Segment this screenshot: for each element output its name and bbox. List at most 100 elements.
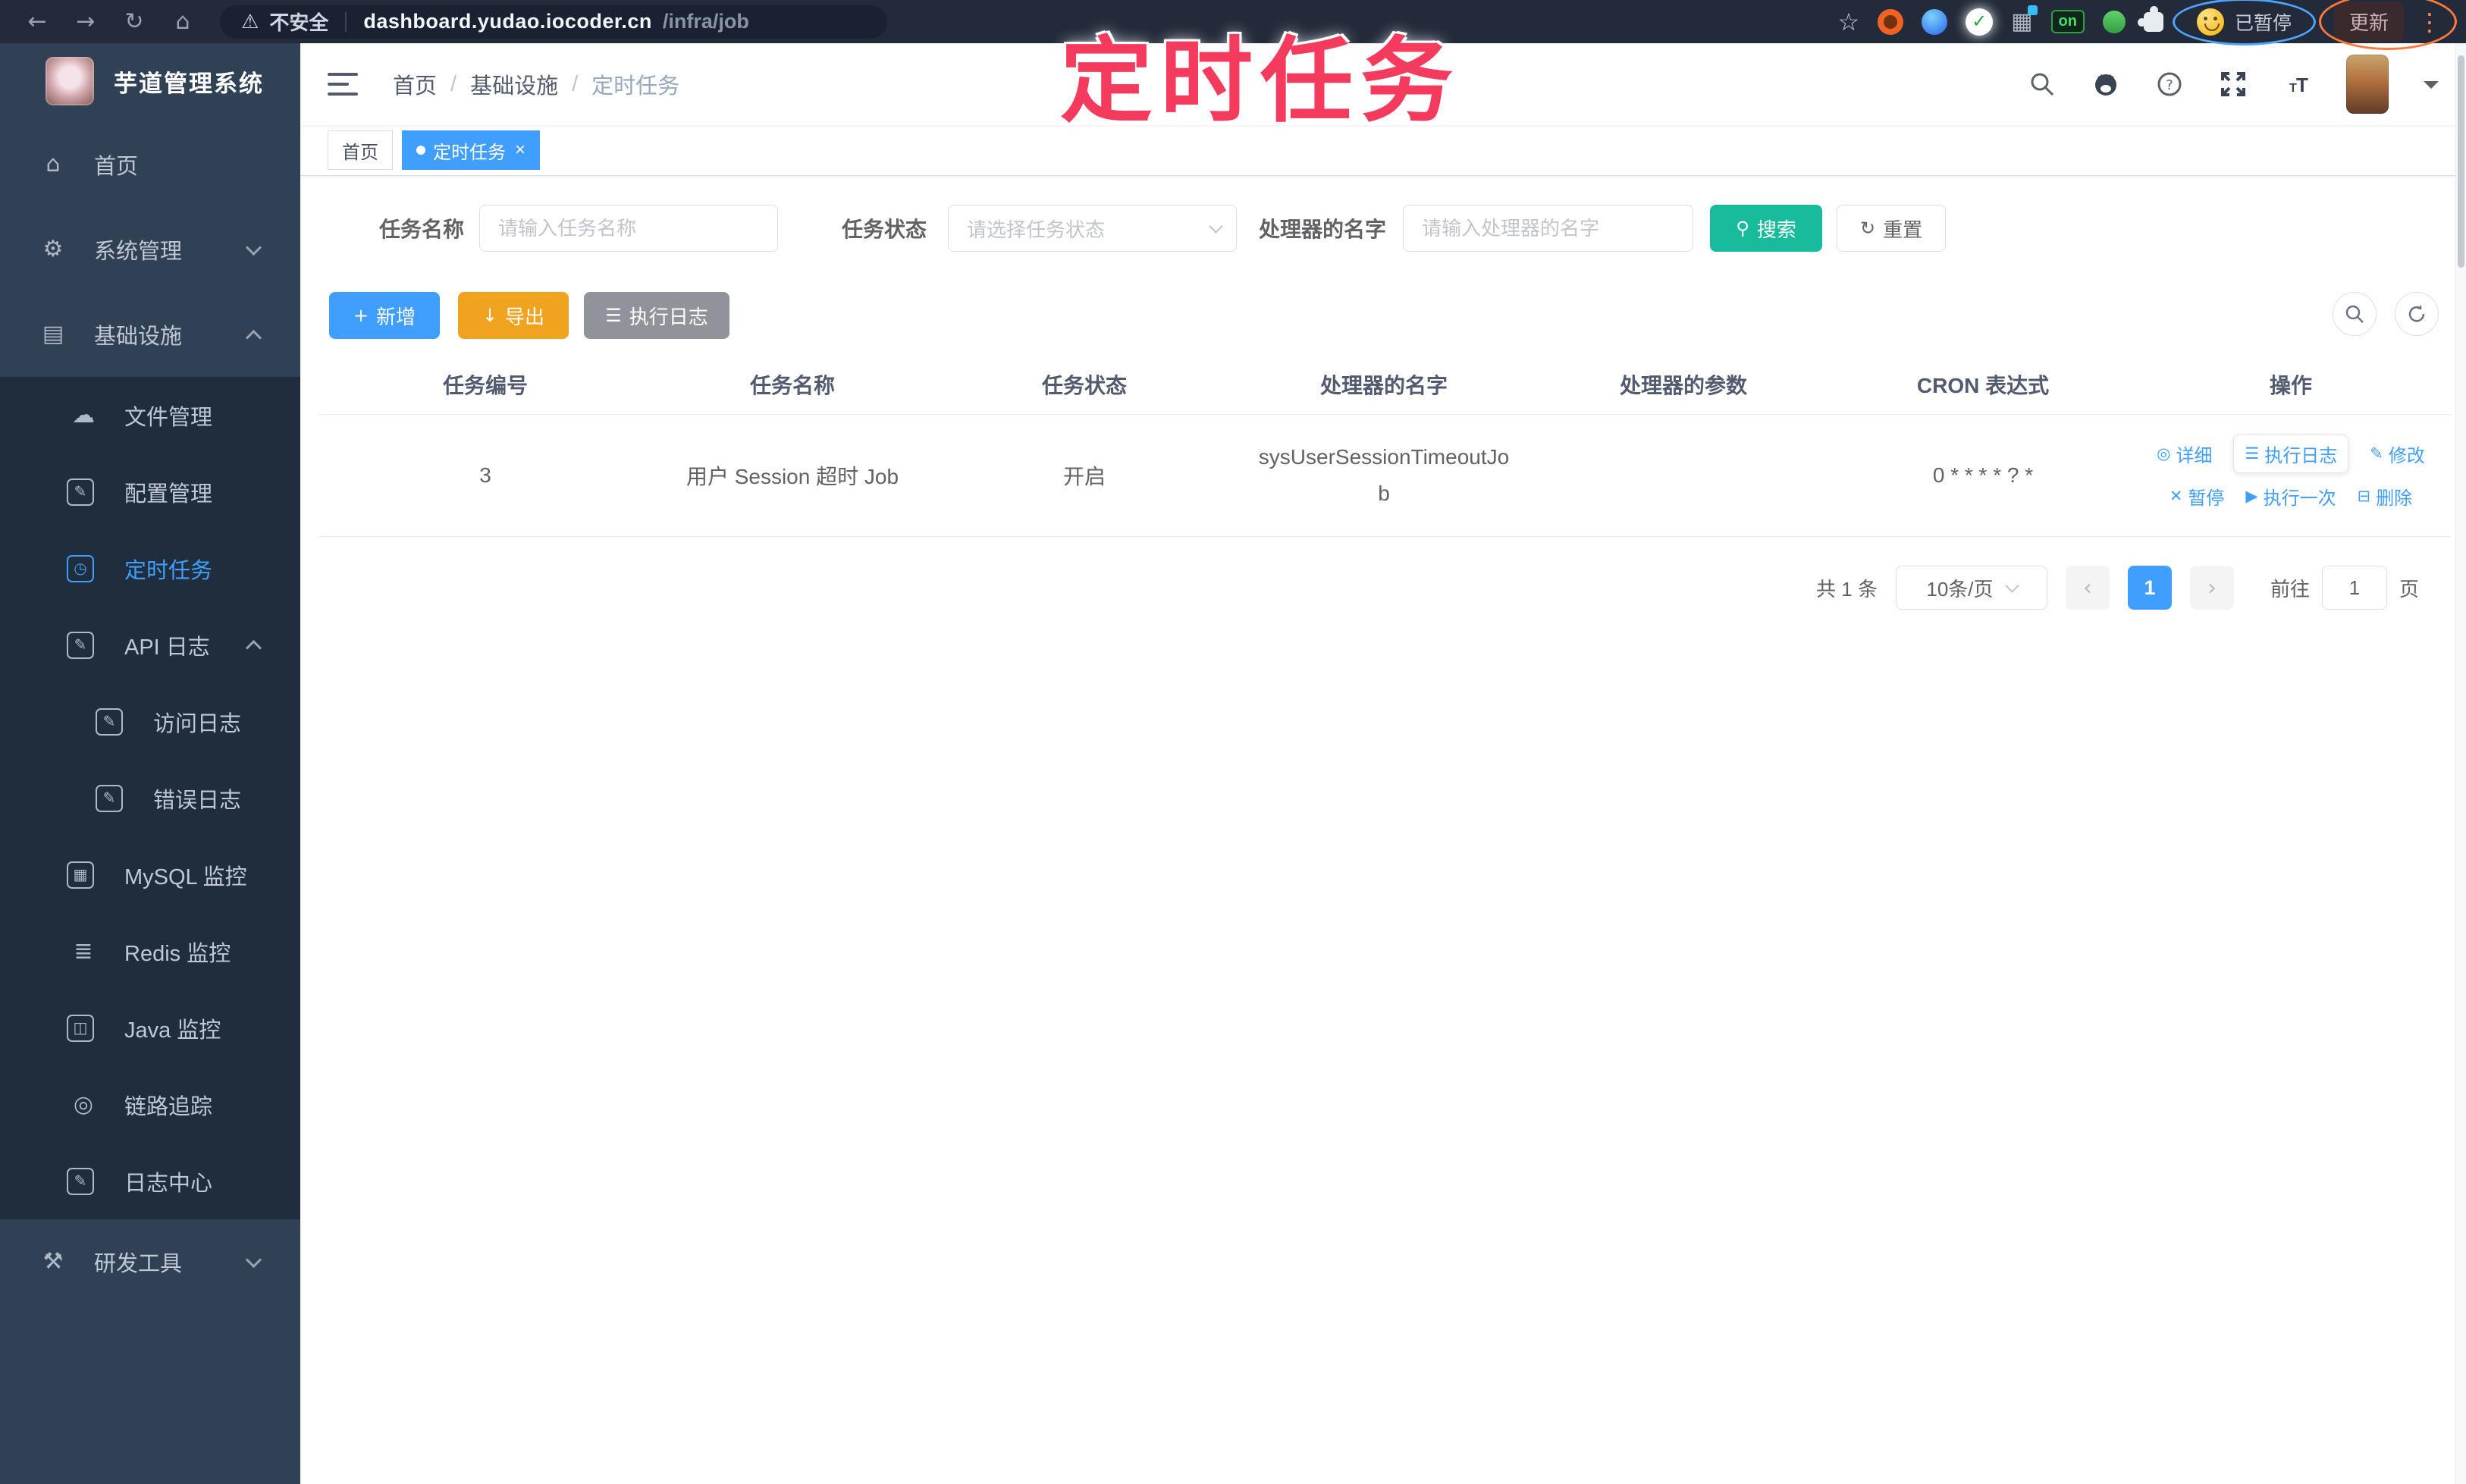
fullscreen-icon[interactable]: [2219, 70, 2248, 99]
tab-label: 首页: [342, 142, 378, 163]
goto-page-input[interactable]: [2321, 566, 2387, 610]
action-exec-log[interactable]: ☰ 执行日志: [2233, 435, 2349, 473]
database-icon: ▦: [67, 861, 94, 889]
export-button[interactable]: ↓ 导出: [458, 292, 569, 339]
action-edit[interactable]: ✎ 修改: [2370, 441, 2425, 467]
prev-page-button[interactable]: ‹: [2065, 566, 2110, 610]
sidebar-item-label: 日志中心: [124, 1171, 213, 1196]
tab-home[interactable]: 首页: [328, 130, 393, 170]
app-logo[interactable]: 芋道管理系统: [0, 43, 300, 113]
job-status-select[interactable]: 请选择任务状态: [948, 205, 1238, 252]
forward-icon[interactable]: →: [64, 8, 108, 35]
home-icon[interactable]: ⌂: [161, 8, 205, 35]
sidebar-item-redis[interactable]: ≣ Redis 监控: [0, 913, 300, 990]
chevron-up-icon: [245, 329, 262, 346]
bookmark-star-icon[interactable]: ☆: [1837, 8, 1859, 36]
sidebar-item-mysql[interactable]: ▦ MySQL 监控: [0, 836, 300, 913]
delete-icon: ⊟: [2357, 487, 2371, 505]
add-button[interactable]: + 新增: [329, 292, 440, 339]
sidebar-item-error-log[interactable]: ✎ 错误日志: [0, 760, 300, 836]
sidebar-item-config[interactable]: ✎ 配置管理: [0, 453, 300, 530]
refresh-icon[interactable]: [2395, 292, 2439, 336]
sidebar: 芋道管理系统 ⌂ 首页 ⚙ 系统管理 ▤ 基础设施 ☁ 文件管理 ✎ 配置管理 ◷ 定时任务 ✎ API …: [0, 43, 300, 1484]
reset-button[interactable]: ↻ 重置: [1837, 205, 1947, 252]
sidebar-item-api-log[interactable]: ✎ API 日志: [0, 607, 300, 683]
action-pause[interactable]: ✕ 暂停: [2170, 483, 2225, 510]
extension-plant-icon[interactable]: [2102, 10, 2126, 33]
cell-cron: 0 * * * * ? *: [1835, 414, 2131, 537]
sidebar-item-label: Java 监控: [124, 1018, 221, 1043]
scrollbar-thumb[interactable]: [2458, 55, 2464, 268]
action-detail[interactable]: ◎ 详细: [2157, 441, 2212, 467]
paused-label: 已暂停: [2234, 12, 2292, 34]
extension-blue-icon[interactable]: [1922, 8, 1948, 35]
filter-form: 任务名称 任务状态 请选择任务状态 处理器的名字 ⚲ 搜索 ↻ 重置: [379, 205, 1947, 252]
sidebar-item-label: 配置管理: [124, 482, 213, 507]
user-menu-caret-icon[interactable]: [2424, 81, 2439, 96]
breadcrumb-item[interactable]: 首页: [393, 68, 437, 100]
exec-log-button[interactable]: ☰ 执行日志: [584, 292, 729, 339]
reload-icon[interactable]: ↻: [112, 8, 156, 35]
svg-text:T: T: [2296, 74, 2308, 96]
extension-paused-badge[interactable]: 已暂停: [2172, 0, 2317, 45]
sidebar-item-label: 定时任务: [124, 558, 213, 583]
extension-grid-icon[interactable]: ▦: [2011, 5, 2038, 35]
back-icon[interactable]: ←: [15, 8, 59, 35]
extensions-puzzle-icon[interactable]: [2137, 5, 2163, 32]
browser-update-area: 更新 ⋮: [2318, 0, 2458, 50]
sidebar-item-file[interactable]: ☁ 文件管理: [0, 377, 300, 453]
breadcrumb-separator: /: [572, 71, 579, 96]
next-page-button[interactable]: ›: [2189, 566, 2234, 610]
sidebar-item-job[interactable]: ◷ 定时任务: [0, 530, 300, 607]
sidebar-item-access-log[interactable]: ✎ 访问日志: [0, 683, 300, 760]
url-host: dashboard.yudao.iocoder.cn: [363, 10, 652, 33]
sidebar-item-home[interactable]: ⌂ 首页: [0, 122, 300, 207]
action-run-once[interactable]: ▶ 执行一次: [2245, 483, 2336, 510]
job-name-label: 任务名称: [379, 218, 465, 241]
job-name-input[interactable]: [479, 205, 779, 252]
address-bar[interactable]: ⚠ 不安全 dashboard.yudao.iocoder.cn /infra/…: [220, 5, 887, 39]
page-1-button[interactable]: 1: [2127, 566, 2172, 610]
column-header: CRON 表达式: [1835, 355, 2131, 415]
sidebar-item-devtool[interactable]: ⚒ 研发工具: [0, 1219, 300, 1304]
action-delete[interactable]: ⊟ 删除: [2358, 483, 2413, 510]
sidebar-item-java[interactable]: ◫ Java 监控: [0, 990, 300, 1066]
page-size-select[interactable]: 10条/页: [1895, 566, 2047, 610]
chevron-down-icon: [245, 239, 262, 256]
sidebar-collapse-icon[interactable]: [328, 71, 358, 97]
user-avatar[interactable]: [2346, 55, 2389, 114]
extension-check-icon[interactable]: ✓: [1966, 8, 1994, 36]
cell-job-name: 用户 Session 超时 Job: [652, 414, 933, 537]
scrollbar[interactable]: [2455, 43, 2466, 1484]
active-dot-icon: [416, 146, 425, 155]
column-header: 任务名称: [652, 355, 933, 415]
toggle-search-icon[interactable]: [2333, 292, 2377, 336]
on-badge[interactable]: on: [2050, 10, 2085, 33]
browser-menu-icon[interactable]: ⋮: [2417, 10, 2442, 34]
sidebar-item-trace[interactable]: ◎ 链路追踪: [0, 1066, 300, 1143]
update-button[interactable]: 更新: [2333, 2, 2404, 42]
breadcrumb-item[interactable]: 基础设施: [470, 68, 558, 100]
edit-icon: ✎: [67, 478, 94, 506]
sidebar-item-infra[interactable]: ▤ 基础设施: [0, 292, 300, 377]
job-status-label: 任务状态: [842, 218, 927, 241]
sidebar-item-label: 链路追踪: [124, 1094, 213, 1119]
help-icon[interactable]: ?: [2155, 70, 2184, 99]
sidebar-item-log-center[interactable]: ✎ 日志中心: [0, 1143, 300, 1219]
extension-orange-icon[interactable]: [1878, 8, 1904, 35]
header-actions: ? TT: [2028, 55, 2439, 114]
search-button[interactable]: ⚲ 搜索: [1710, 205, 1823, 252]
search-icon[interactable]: [2028, 70, 2057, 99]
sidebar-item-label: 错误日志: [153, 788, 242, 813]
breadcrumb-separator: /: [450, 71, 457, 96]
handler-name-input[interactable]: [1403, 205, 1694, 252]
tab-job[interactable]: 定时任务 ×: [402, 130, 541, 170]
sidebar-item-system[interactable]: ⚙ 系统管理: [0, 207, 300, 292]
cell-job-id: 3: [318, 414, 652, 537]
svg-text:?: ?: [2166, 77, 2173, 93]
emoji-avatar-icon: [2196, 8, 2224, 36]
github-icon[interactable]: [2091, 70, 2120, 99]
security-label: 不安全: [269, 11, 329, 34]
close-icon[interactable]: ×: [515, 141, 526, 159]
font-size-icon[interactable]: TT: [2282, 70, 2311, 99]
